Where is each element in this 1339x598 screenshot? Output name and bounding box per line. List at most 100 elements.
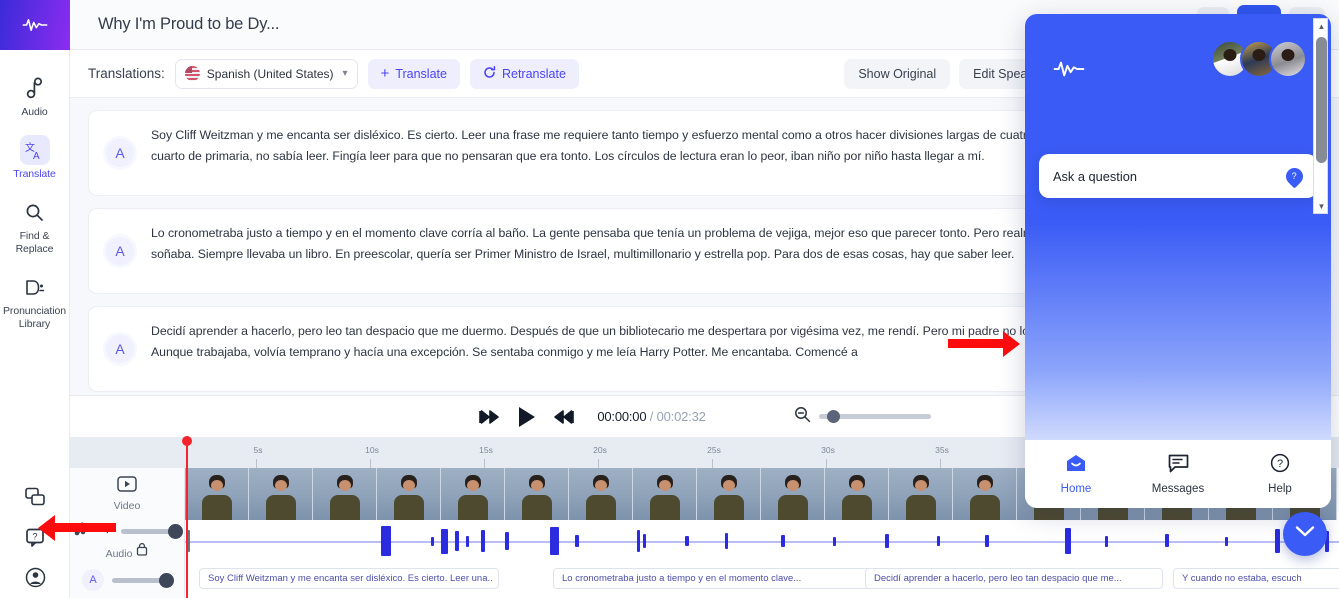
speaker-avatar[interactable]: A [103,332,137,366]
plus-icon: + [380,65,390,82]
translate-button[interactable]: + Translate [367,58,460,89]
chat-nav-help[interactable]: ? Help [1229,453,1331,495]
speaker-volume-knob[interactable] [159,572,174,588]
svg-text:?: ? [1277,458,1283,470]
time-separator: / [649,409,654,424]
retranslate-button-label: Retranslate [501,66,566,81]
speaker-volume-slider[interactable] [112,572,174,588]
app-root: Audio 文 A Translate Find & Replace Pronu… [0,0,1339,598]
zoom-slider[interactable] [818,410,931,423]
lock-icon[interactable] [136,542,148,561]
track-header-speaker[interactable]: A [70,562,185,598]
ruler-tick: 20s [593,445,607,455]
chat-bubbles-icon[interactable] [22,484,48,510]
timeline-playhead[interactable] [182,436,192,598]
sidebar-item-translate[interactable]: 文 A Translate [0,128,69,190]
chevron-down-icon [1295,525,1315,543]
waveform-logo-icon [22,19,47,31]
video-frame [633,468,697,520]
ruler-gutter [70,438,185,468]
ask-question-placeholder: Ask a question [1053,168,1137,184]
audio-track[interactable] [185,520,1339,562]
subtitle-chip[interactable]: Y cuando no estaba, escuch [1173,568,1339,589]
us-flag-icon [184,66,200,81]
total-time: 00:02:32 [656,409,706,424]
sidebar-item-find-replace[interactable]: Find & Replace [0,190,69,265]
chat-widget-logo-icon [1053,58,1085,80]
chat-widget[interactable]: Ask a question ▲ ▼ Home [1025,14,1331,508]
audio-waveform [185,520,1339,562]
triangle-down-icon[interactable]: ▼ [1314,199,1329,213]
subtitle-chip[interactable]: Decidí aprender a hacerlo, pero leo tan … [865,568,1163,589]
play-button[interactable] [516,406,537,428]
language-value: Spanish (United States) [206,66,334,81]
ruler-tick: 35s [935,445,949,455]
sidebar-item-pronunciation-library[interactable]: Pronunciation Library [0,265,69,340]
language-select[interactable]: Spanish (United States) ▾ [174,58,358,89]
app-logo[interactable] [0,0,70,50]
video-frame [377,468,441,520]
chat-nav-messages[interactable]: Messages [1127,454,1229,495]
subtitle-track[interactable]: Soy Cliff Weitzman y me encanta ser disl… [185,562,1339,598]
track-label: Video [113,500,141,512]
sidebar-item-label: Translate [13,168,56,180]
volume-slider-knob[interactable] [167,523,183,539]
chat-nav-label: Home [1060,482,1092,495]
help-marker-icon[interactable] [1282,163,1307,189]
timeline-zoom-control [794,406,931,428]
translate-button-label: Translate [395,66,447,81]
video-frame [249,468,313,520]
ruler-tick: 25s [707,445,721,455]
scrollbar-thumb[interactable] [1316,37,1327,163]
annotation-arrow-left [38,515,116,541]
zoom-out-icon[interactable] [794,406,811,428]
message-icon [1168,454,1189,478]
question-circle-icon: ? [1270,453,1290,478]
current-time: 00:00:00 [597,409,647,424]
annotation-arrow-right [948,331,1020,357]
chat-scrollbar[interactable]: ▲ ▼ [1313,18,1328,214]
show-original-button[interactable]: Show Original [844,58,951,89]
video-frame [825,468,889,520]
translate-icon: 文 A [19,135,50,165]
ruler-tick: 10s [365,445,379,455]
ruler-tick: 15s [479,445,493,455]
ask-question-input[interactable]: Ask a question [1039,154,1317,198]
avatar [1269,40,1307,78]
skip-forward-icon[interactable] [553,409,575,425]
svg-text:?: ? [32,531,37,541]
track-header-video[interactable]: Video [70,468,185,520]
subtitle-chip[interactable]: Soy Cliff Weitzman y me encanta ser disl… [199,568,499,589]
account-avatar-icon[interactable] [22,564,48,590]
sidebar-item-label: Pronunciation Library [3,305,66,330]
video-frame [569,468,633,520]
audio-volume-slider[interactable] [120,523,183,539]
retranslate-button[interactable]: Retranslate [469,58,579,89]
subtitle-chip[interactable]: Lo cronometraba justo a tiempo y en el m… [553,568,871,589]
track-label: Audio [105,547,133,560]
zoom-slider-knob[interactable] [826,410,840,423]
svg-text:A: A [33,151,40,160]
home-icon [1065,454,1087,478]
speaker-avatar[interactable]: A [103,136,137,170]
triangle-up-icon[interactable]: ▲ [1314,19,1329,33]
playback-time: 00:00:00 / 00:02:32 [597,409,705,424]
video-icon [117,476,137,497]
video-frame [761,468,825,520]
chat-bottom-nav: Home Messages ? Help [1025,440,1331,508]
video-frame [697,468,761,520]
speaker-avatar[interactable]: A [103,234,137,268]
chat-collapse-button[interactable] [1283,512,1327,556]
sidebar-item-label: Find & Replace [15,230,54,255]
video-frame [889,468,953,520]
skip-back-icon[interactable] [478,409,500,425]
ruler-tick: 5s [253,445,263,455]
chat-nav-label: Help [1268,483,1292,495]
video-frame [441,468,505,520]
pronunciation-icon [20,272,50,302]
ruler-tick: 30s [821,445,835,455]
sidebar-item-audio[interactable]: Audio [0,66,69,128]
chat-nav-home[interactable]: Home [1025,454,1127,495]
sidebar-nav: Audio 文 A Translate Find & Replace Pronu… [0,66,69,340]
support-avatars [1211,40,1307,78]
